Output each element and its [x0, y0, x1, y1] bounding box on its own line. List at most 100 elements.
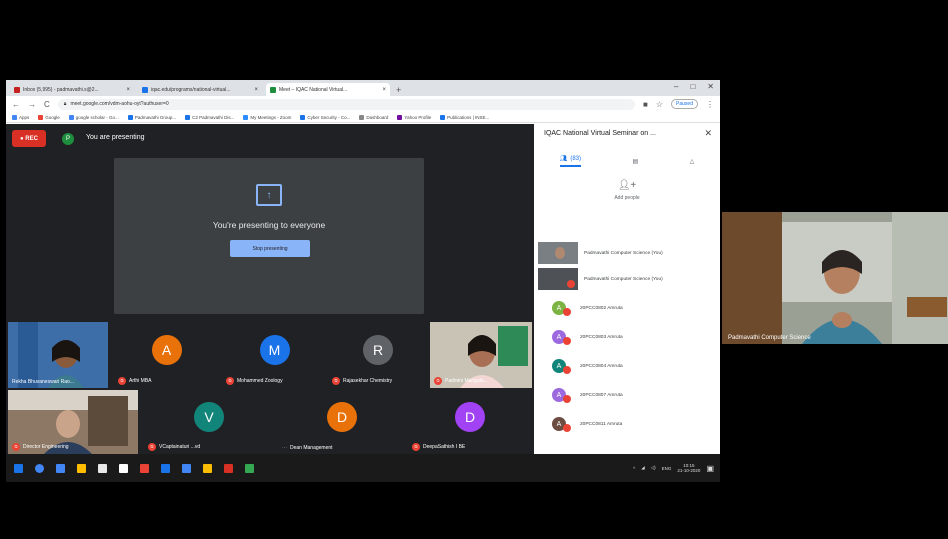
back-arrow-icon[interactable]: ← — [12, 100, 20, 109]
participant-name: Rekha Bhuvaneswari Rao... — [12, 379, 74, 385]
bookmark-item[interactable]: Publications | INSE... — [440, 114, 489, 120]
browser-tab[interactable]: iqac.edu/programs/national-virtual... × — [138, 83, 262, 96]
store-icon[interactable] — [98, 463, 107, 473]
muted-mic-icon: ⦸ — [148, 443, 156, 451]
close-window-button[interactable]: ✕ — [707, 82, 714, 91]
url-input[interactable]: 🔒︎ meet.google.com/vdm-aohu-oyt?authuser… — [57, 98, 636, 110]
app-icon[interactable] — [119, 463, 128, 473]
muted-mic-icon: ⦸ — [226, 377, 234, 385]
new-tab-button[interactable]: + — [396, 85, 401, 95]
participant-avatar: V — [194, 402, 224, 432]
close-tab-icon[interactable]: × — [126, 87, 130, 93]
zoom-icon — [243, 114, 249, 120]
muted-mic-icon — [563, 308, 571, 316]
close-panel-button[interactable]: ✕ — [704, 128, 712, 139]
menu-kebab-icon[interactable]: ⋮ — [706, 100, 714, 109]
yahoo-icon — [397, 114, 403, 120]
participant-name: ⦸ Director Engineering — [12, 443, 69, 451]
dashboard-icon — [359, 114, 365, 120]
browser-tab-active[interactable]: Meet – IQAC National Virtual... × — [266, 83, 390, 96]
network-icon[interactable]: ◢ — [641, 465, 644, 471]
excel-icon[interactable] — [245, 463, 254, 473]
volume-icon[interactable]: ◁) — [651, 465, 656, 471]
edge-icon[interactable] — [56, 463, 65, 473]
browser-tab[interactable]: Inbox (5,995) - padmavathi.s@2... × — [10, 83, 134, 96]
google-icon — [38, 114, 44, 120]
participant-list-item[interactable]: A 20PCC0807 Amruta — [538, 383, 718, 407]
participant-tile[interactable]: A ⦸ Arthi MBA — [114, 322, 219, 388]
participant-list-item[interactable]: A 20PCC0811 Amruta — [538, 412, 718, 436]
reload-icon[interactable]: C — [44, 100, 50, 109]
bookmark-item[interactable]: Apps — [12, 114, 29, 120]
participant-list-item[interactable]: Padmavathi Computer Science (You) — [538, 241, 718, 265]
participant-list-item[interactable]: A 20PCC0804 Amruta — [538, 354, 718, 378]
powerpoint-icon[interactable] — [224, 463, 233, 473]
participant-tile[interactable]: V ⦸ VCaptainaturi ...vd — [144, 390, 274, 454]
presenting-label: You are presenting — [86, 134, 145, 141]
participant-name: ⦸ DeepaSathish I BE — [412, 443, 465, 451]
participant-avatar: A — [552, 301, 571, 316]
outlook-icon[interactable] — [161, 463, 170, 473]
bookmark-item[interactable]: Padmavathi Group... — [127, 114, 176, 120]
file-explorer-icon[interactable] — [77, 463, 86, 473]
tab-people[interactable]: 👥︎ (83) — [559, 155, 582, 167]
participant-list-item[interactable]: A 20PCC0803 Amruta — [538, 325, 718, 349]
app-icon[interactable] — [140, 463, 149, 473]
participant-name: ⦸ Arthi MBA — [118, 377, 152, 385]
participant-tile[interactable]: ⦸ Padmini Mangala... — [430, 322, 532, 388]
chrome-icon[interactable] — [203, 463, 212, 473]
muted-mic-icon — [563, 395, 571, 403]
participant-tile[interactable]: M ⦸ Mohammed Zoology — [222, 322, 327, 388]
forward-arrow-icon[interactable]: → — [28, 100, 36, 109]
start-icon[interactable] — [14, 463, 23, 473]
participant-avatar: A — [151, 335, 182, 365]
system-tray: ^ ◢ ◁) ENG 10:15 21-10-2020 ▣ — [633, 454, 714, 482]
meeting-title: IQAC National Virtual Seminar on ... — [544, 130, 656, 137]
bookmark-item[interactable]: Dashboard — [359, 114, 388, 120]
presenter-camera: Padmavathi Computer Science — [722, 212, 948, 344]
bookmark-item[interactable]: Google — [38, 114, 60, 120]
bookmark-item[interactable]: C2 Padmavathi Dis... — [185, 114, 234, 120]
bookmark-item[interactable]: My Meetings - Zoom — [243, 114, 291, 120]
add-people-button[interactable]: 👤︎+ Add people — [534, 180, 720, 201]
notification-icon[interactable]: ▣ — [706, 464, 714, 473]
maximize-button[interactable]: □ — [690, 82, 695, 91]
clock[interactable]: 10:15 21-10-2020 — [677, 463, 700, 473]
participant-tile[interactable]: D ··· Dean Management — [278, 390, 406, 454]
bookmark-item[interactable]: Cyber Security - Co... — [300, 114, 350, 120]
bookmark-item[interactable]: google scholar - Go... — [68, 114, 119, 120]
tab-title: iqac.edu/programs/national-virtual... — [151, 86, 231, 93]
muted-mic-icon: ⦸ — [118, 377, 126, 385]
participant-tile[interactable]: Rekha Bhuvaneswari Rao... — [8, 322, 108, 388]
stop-presenting-button[interactable]: Stop presenting — [230, 240, 310, 257]
apps-icon — [12, 114, 17, 120]
participant-list-item[interactable]: Padmavathi Computer Science (You) — [538, 267, 718, 291]
participant-avatar: R — [363, 335, 393, 365]
muted-mic-icon: ⦸ — [332, 377, 340, 385]
activities-icon: △ — [689, 158, 695, 165]
recording-badge: ● REC — [12, 130, 46, 147]
word-icon[interactable] — [182, 463, 191, 473]
bookmark-item[interactable]: Yahoo Profile — [397, 114, 431, 120]
participant-avatar: A — [552, 359, 571, 374]
present-screen-icon: ↑ — [256, 184, 282, 206]
minimize-button[interactable]: – — [674, 82, 678, 91]
tray-arrow-icon[interactable]: ^ — [633, 466, 635, 471]
participant-list-item[interactable]: A 20PCC0802 Amruta — [538, 296, 718, 320]
bookmark-star-icon[interactable]: ☆ — [656, 100, 663, 109]
tab-chat[interactable]: ▤ — [633, 158, 639, 165]
language-indicator[interactable]: ENG — [662, 466, 672, 471]
profile-paused-button[interactable]: Paused — [671, 99, 698, 109]
tab-activities[interactable]: △ — [690, 158, 695, 165]
close-tab-icon[interactable]: × — [382, 87, 386, 93]
close-tab-icon[interactable]: × — [254, 87, 258, 93]
participant-name: ··· Dean Management — [282, 445, 333, 451]
site-favicon-icon — [142, 86, 148, 93]
participant-tile[interactable]: D ⦸ DeepaSathish I BE — [408, 390, 532, 454]
participant-tile[interactable]: R ⦸ Rajasekhar Chemistry — [328, 322, 428, 388]
camera-permission-icon[interactable]: ■ — [643, 100, 648, 109]
search-icon[interactable] — [35, 463, 44, 473]
muted-mic-icon — [563, 424, 571, 432]
participant-tile[interactable]: ⦸ Director Engineering — [8, 390, 138, 454]
participant-thumbnail — [538, 268, 578, 290]
